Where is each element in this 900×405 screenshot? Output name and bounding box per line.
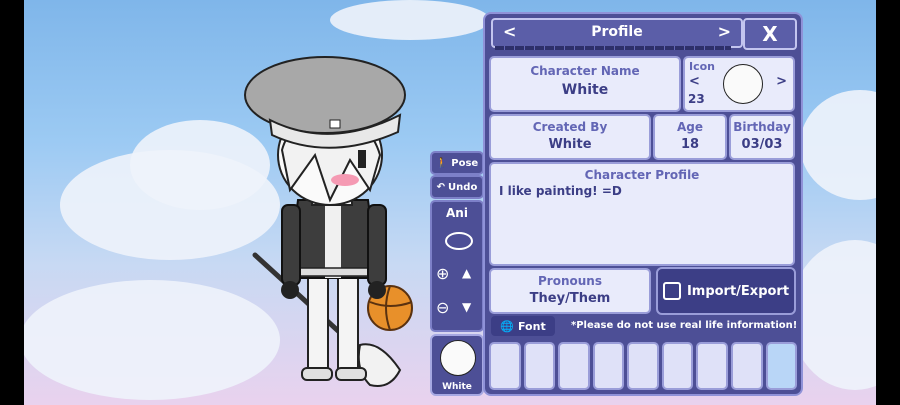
character-profile-field[interactable]: Character Profile I like painting! =D <box>489 162 795 266</box>
undo-label: Undo <box>448 181 478 193</box>
profile-panel: < Profile > X Character Name White Icon … <box>483 12 803 396</box>
font-label: Font <box>517 319 546 333</box>
pose-icon: 🚶 <box>435 157 449 169</box>
undo-button[interactable]: ↶ Undo <box>430 175 484 199</box>
pronouns-label: Pronouns <box>538 274 602 288</box>
page-title: Profile <box>591 24 643 40</box>
globe-icon: 🌐 <box>500 319 514 333</box>
character-thumb-icon <box>440 340 476 376</box>
import-export-label: Import/Export <box>686 283 790 299</box>
character-model[interactable] <box>230 40 430 390</box>
font-button[interactable]: 🌐 Font <box>491 316 555 336</box>
move-down-icon[interactable]: ▼ <box>462 300 471 314</box>
thumbnail-label: White <box>442 382 472 392</box>
import-icon <box>662 282 681 300</box>
created-by-value: White <box>548 137 592 152</box>
character-profile-text: I like painting! =D <box>499 184 622 198</box>
ani-button[interactable]: Ani <box>432 206 482 220</box>
birthday-field[interactable]: Birthday 03/03 <box>729 114 795 160</box>
pose-button[interactable]: 🚶 Pose <box>430 151 484 175</box>
icon-label: Icon <box>689 60 716 73</box>
age-label: Age <box>676 120 703 134</box>
age-field[interactable]: Age 18 <box>653 114 727 160</box>
face-icon[interactable] <box>592 342 625 390</box>
undo-icon: ↶ <box>436 181 446 193</box>
accessory-icon[interactable] <box>730 342 763 390</box>
zoom-in-icon[interactable]: ⊕ <box>436 264 449 283</box>
privacy-notice: *Please do not use real life information… <box>571 320 798 331</box>
hair-icon[interactable] <box>558 342 590 390</box>
top-icon[interactable] <box>661 342 694 390</box>
character-name-value: White <box>561 82 609 98</box>
progress-bar <box>495 46 731 50</box>
character-slot-thumbnail[interactable]: White <box>430 334 484 396</box>
cloud <box>330 0 490 40</box>
move-up-icon[interactable]: ▲ <box>462 266 471 280</box>
birthday-label: Birthday <box>733 120 791 134</box>
import-export-button[interactable]: Import/Export <box>656 267 796 315</box>
created-by-field[interactable]: Created By White <box>489 114 651 160</box>
icon-next-arrow[interactable]: > <box>776 74 787 89</box>
icon-selector[interactable]: Icon < 23 > <box>683 56 795 112</box>
icon-prev-arrow[interactable]: < <box>689 74 700 89</box>
eye-icon[interactable] <box>445 232 473 250</box>
zoom-out-icon[interactable]: ⊖ <box>436 298 449 317</box>
character-head-icon <box>723 64 763 104</box>
right-letterbox <box>876 0 900 405</box>
view-controls: Ani ⊕ ⊖ ▲ ▼ <box>430 200 484 332</box>
character-name-label: Character Name <box>530 64 640 78</box>
pronouns-field[interactable]: Pronouns They/Them <box>489 268 651 314</box>
background-icon[interactable] <box>765 342 798 390</box>
body-icon[interactable] <box>523 342 556 390</box>
eyes-icon[interactable] <box>627 342 659 390</box>
profile-header: < Profile > <box>491 18 743 48</box>
character-profile-label: Character Profile <box>584 168 700 182</box>
bottom-icon[interactable] <box>696 342 728 390</box>
next-page-button[interactable]: > <box>718 22 731 41</box>
presets-icon[interactable] <box>489 342 521 390</box>
pronouns-value: They/Them <box>529 291 611 306</box>
age-value: 18 <box>680 137 700 152</box>
pose-label: Pose <box>451 157 479 169</box>
created-by-label: Created By <box>532 120 608 134</box>
icon-number: 23 <box>688 92 705 106</box>
left-letterbox <box>0 0 24 405</box>
birthday-value: 03/03 <box>741 137 783 152</box>
close-button[interactable]: X <box>743 18 797 50</box>
character-name-field[interactable]: Character Name White <box>489 56 681 112</box>
category-bar <box>489 342 798 390</box>
